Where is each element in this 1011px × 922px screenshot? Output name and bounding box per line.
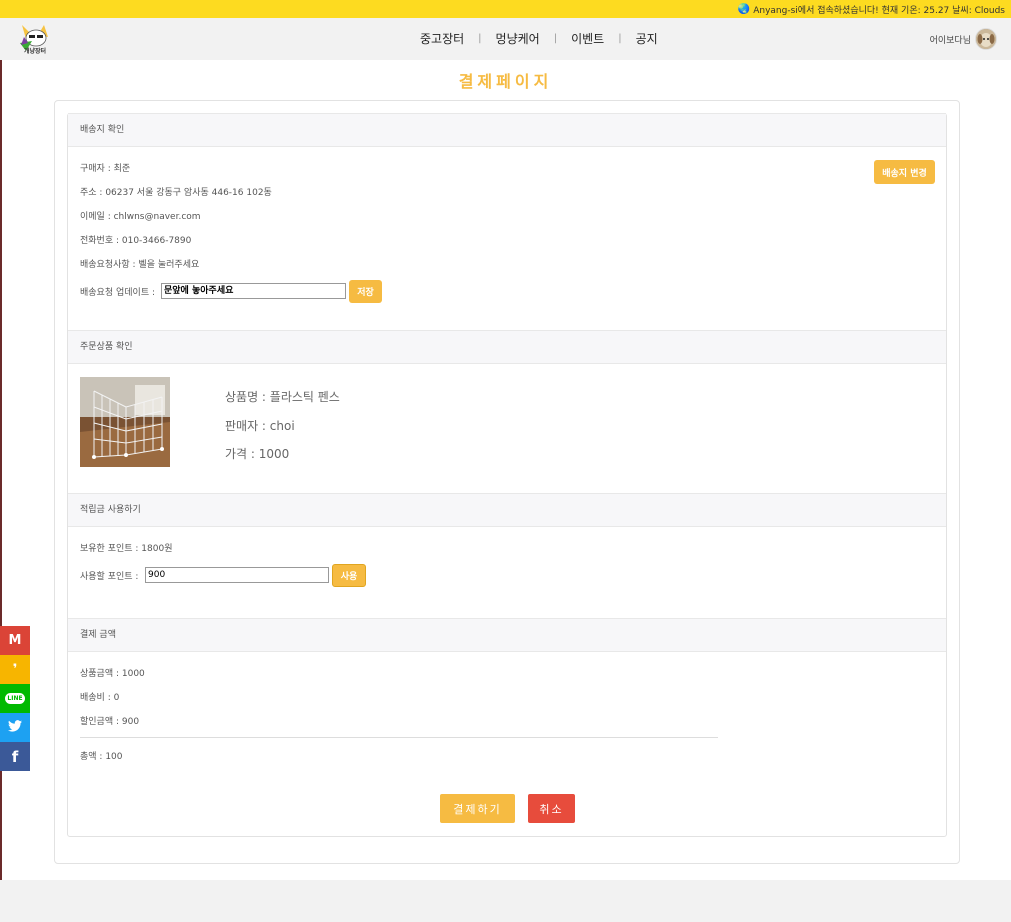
use-points-input[interactable]: 900 xyxy=(145,567,329,583)
pay-button[interactable]: 결제하기 xyxy=(440,794,515,823)
line-share-button[interactable]: LINE xyxy=(0,684,30,713)
footer xyxy=(0,880,1011,922)
main-nav: 중고장터 | 멍냥케어 | 이벤트 | 공지 xyxy=(420,30,658,47)
window-edge xyxy=(0,0,2,922)
globe-icon: 🌏 xyxy=(737,3,751,15)
seller-name: 판매자 : choi xyxy=(225,419,295,433)
delivery-update-label: 배송요청 업데이트 : xyxy=(80,288,155,298)
facebook-share-button[interactable]: f xyxy=(0,742,30,771)
address-text: 주소 : 06237 서울 강동구 암사동 446-16 102동 xyxy=(80,188,272,198)
user-menu[interactable]: 어이보다님 xyxy=(930,28,997,50)
twitter-icon xyxy=(8,719,22,736)
points-header: 적립금 사용하기 xyxy=(68,493,946,527)
site-logo[interactable]: 개냥장터 xyxy=(18,23,54,55)
delivery-request-input[interactable]: 문앞에 놓아주세요 xyxy=(161,283,346,299)
product-amount-text: 상품금액 : 1000 xyxy=(80,669,145,679)
total-text: 총액 : 100 xyxy=(80,752,123,762)
payment-divider xyxy=(80,737,718,738)
phone-text: 전화번호 : 010-3466-7890 xyxy=(80,236,192,246)
email-text: 이메일 : chlwns@naver.com xyxy=(80,212,201,222)
buyer-text: 구매자 : 최준 xyxy=(80,164,131,174)
weather-text: Anyang-si에서 접속하셨습니다! 현재 기온: 25.27 날씨: Cl… xyxy=(753,5,1005,16)
nav-separator: | xyxy=(618,33,622,44)
line-icon: LINE xyxy=(5,693,25,704)
shipping-fee-text: 배송비 : 0 xyxy=(80,693,120,703)
nav-item-care[interactable]: 멍냥케어 xyxy=(496,30,540,47)
kakao-icon: ❜ xyxy=(12,662,18,677)
product-name: 상품명 : 플라스틱 펜스 xyxy=(225,390,340,404)
twitter-share-button[interactable] xyxy=(0,713,30,742)
owned-points-text: 보유한 포인트 : 1800원 xyxy=(80,544,173,554)
delivery-request-text: 배송요청사항 : 벨을 눌러주세요 xyxy=(80,260,200,270)
product-price: 가격 : 1000 xyxy=(225,447,290,461)
kakao-share-button[interactable]: ❜ xyxy=(0,655,30,684)
use-points-label: 사용할 포인트 : xyxy=(80,572,139,582)
avatar[interactable] xyxy=(975,28,997,50)
nav-separator: | xyxy=(553,33,558,44)
order-header: 주문상품 확인 xyxy=(68,330,946,364)
gmail-icon: M xyxy=(8,633,22,648)
nav-item-market[interactable]: 중고장터 xyxy=(420,30,464,47)
change-address-button[interactable]: 배송지 변경 xyxy=(874,160,935,184)
logo-text: 개냥장터 xyxy=(24,48,47,55)
navbar: 개냥장터 중고장터 | 멍냥케어 | 이벤트 | 공지 어이보다님 xyxy=(0,18,1011,60)
cancel-button[interactable]: 취소 xyxy=(528,794,575,823)
gmail-share-button[interactable]: M xyxy=(0,626,30,655)
user-name[interactable]: 어이보다님 xyxy=(930,33,971,46)
payment-header: 결제 금액 xyxy=(68,618,946,652)
weather-banner: 🌏 Anyang-si에서 접속하셨습니다! 현재 기온: 25.27 날씨: … xyxy=(0,0,1011,18)
page-title: 결제페이지 xyxy=(458,72,553,91)
use-points-button[interactable]: 사용 xyxy=(332,564,366,587)
nav-item-event[interactable]: 이벤트 xyxy=(571,30,604,47)
nav-item-notice[interactable]: 공지 xyxy=(636,30,658,47)
shipping-header: 배송지 확인 xyxy=(68,113,946,147)
product-image xyxy=(80,377,170,467)
facebook-icon: f xyxy=(11,747,19,766)
nav-separator: | xyxy=(478,33,482,44)
save-button[interactable]: 저장 xyxy=(349,280,382,303)
discount-text: 할인금액 : 900 xyxy=(80,717,140,727)
